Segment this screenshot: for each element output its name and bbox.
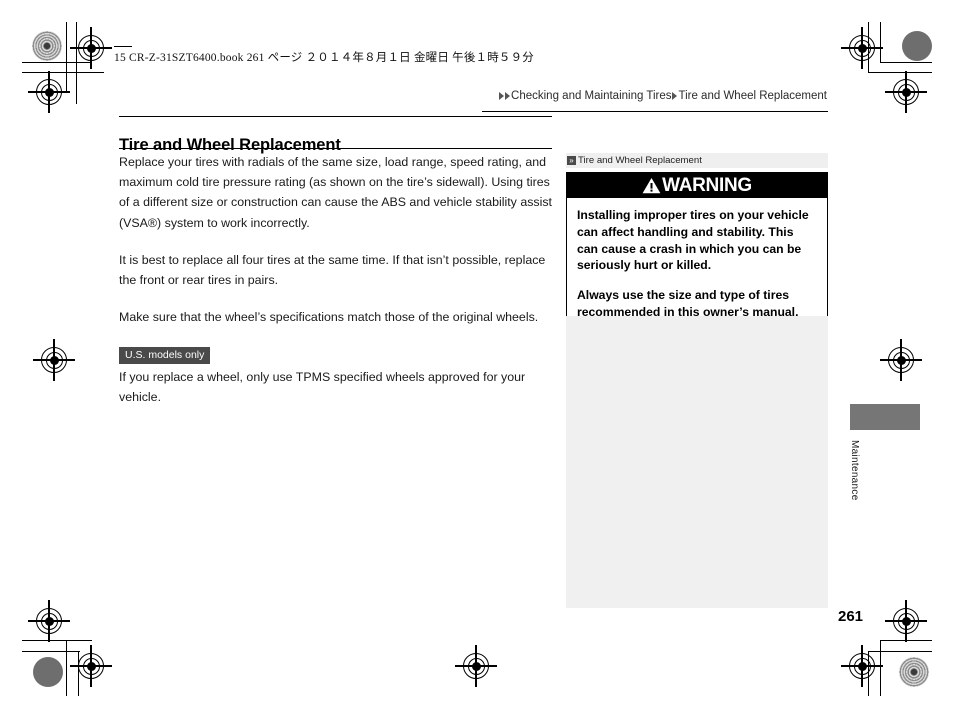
crop-mark-top-left-v1	[66, 22, 68, 92]
registration-mark-bottom-right-inner	[841, 645, 883, 687]
registration-mark-middle-right	[880, 339, 922, 381]
warning-body: Installing improper tires on your vehicl…	[567, 198, 827, 332]
chevron-double-right-icon	[567, 156, 576, 165]
registration-mark-bottom-left-outer	[28, 600, 70, 642]
crop-mark-bottom-right-h1	[880, 640, 932, 642]
crop-mark-top-left-h1	[22, 62, 92, 64]
model-note-badge: U.S. models only	[119, 346, 211, 365]
crop-mark-top-right-v1	[880, 22, 882, 62]
warning-paragraph-1: Installing improper tires on your vehicl…	[577, 208, 809, 273]
registration-mark-top-left-outer	[70, 27, 112, 69]
page-number: 261	[838, 608, 864, 625]
sidebar-header: Tire and Wheel Replacement	[566, 153, 828, 168]
crop-mark-bottom-left-h2	[22, 651, 80, 653]
density-target-top-right	[902, 31, 932, 61]
body-column: Replace your tires with radials of the s…	[119, 152, 555, 424]
breadcrumb-parent[interactable]: Checking and Maintaining Tires	[511, 90, 671, 102]
crop-mark-bottom-right-v1	[880, 640, 882, 696]
crop-mark-top-left-v2	[76, 22, 78, 104]
body-paragraph-1: Replace your tires with radials of the s…	[119, 155, 552, 230]
warning-triangle-icon	[642, 178, 661, 194]
breadcrumb-current: Tire and Wheel Replacement	[678, 90, 827, 102]
crop-mark-bottom-left-v1	[66, 640, 68, 696]
registration-mark-bottom-right-outer	[885, 600, 927, 642]
heading-rule-top	[119, 116, 552, 118]
crop-mark-bottom-right-v2	[868, 651, 870, 696]
section-tab-label: Maintenance	[849, 440, 860, 501]
crop-mark-bottom-left-v2	[78, 651, 80, 696]
file-header-rule	[114, 46, 132, 48]
registration-mark-bottom-center	[455, 645, 497, 687]
breadcrumb: Checking and Maintaining Tires Tire and W…	[482, 90, 828, 102]
body-paragraph-2: It is best to replace all four tires at …	[119, 252, 546, 288]
crop-mark-bottom-right-h2	[868, 651, 932, 653]
halftone-target-top-left	[32, 31, 62, 61]
body-paragraph-3: Make sure that the wheel’s specification…	[119, 310, 539, 325]
model-note: U.S. models only If you replace a wheel,…	[119, 345, 555, 408]
sidebar-empty-area	[566, 316, 828, 608]
crop-mark-top-right-h2	[868, 72, 932, 74]
triangle-right-icon	[672, 91, 678, 100]
crop-mark-top-right-v2	[868, 22, 870, 72]
registration-mark-bottom-left-inner	[70, 645, 112, 687]
print-file-header: 15 CR-Z-31SZT6400.book 261 ページ ２０１４年８月１日…	[114, 46, 535, 65]
breadcrumb-rule	[482, 111, 828, 113]
crop-mark-bottom-left-h1	[22, 640, 92, 642]
registration-mark-top-right-inner	[841, 27, 883, 69]
registration-mark-top-left-inner	[28, 71, 70, 113]
section-tab-bar	[850, 404, 920, 430]
warning-box: WARNING Installing improper tires on you…	[566, 172, 828, 333]
registration-mark-top-right-outer	[885, 71, 927, 113]
warning-banner-label: WARNING	[662, 175, 752, 196]
double-triangle-right-icon-b	[505, 91, 511, 100]
density-target-bottom-left	[33, 657, 63, 687]
halftone-target-bottom-right	[899, 657, 929, 687]
warning-banner: WARNING	[567, 173, 827, 198]
sidebar-header-label: Tire and Wheel Replacement	[578, 155, 702, 166]
model-note-text: If you replace a wheel, only use TPMS sp…	[119, 370, 526, 405]
crop-mark-top-left-h2	[22, 72, 104, 74]
crop-mark-top-right-h1	[880, 62, 932, 64]
double-triangle-right-icon-a	[499, 91, 505, 100]
registration-mark-middle-left	[33, 339, 75, 381]
print-file-header-text: 15 CR-Z-31SZT6400.book 261 ページ ２０１４年８月１日…	[114, 52, 535, 64]
heading-rule-bottom	[119, 148, 552, 150]
